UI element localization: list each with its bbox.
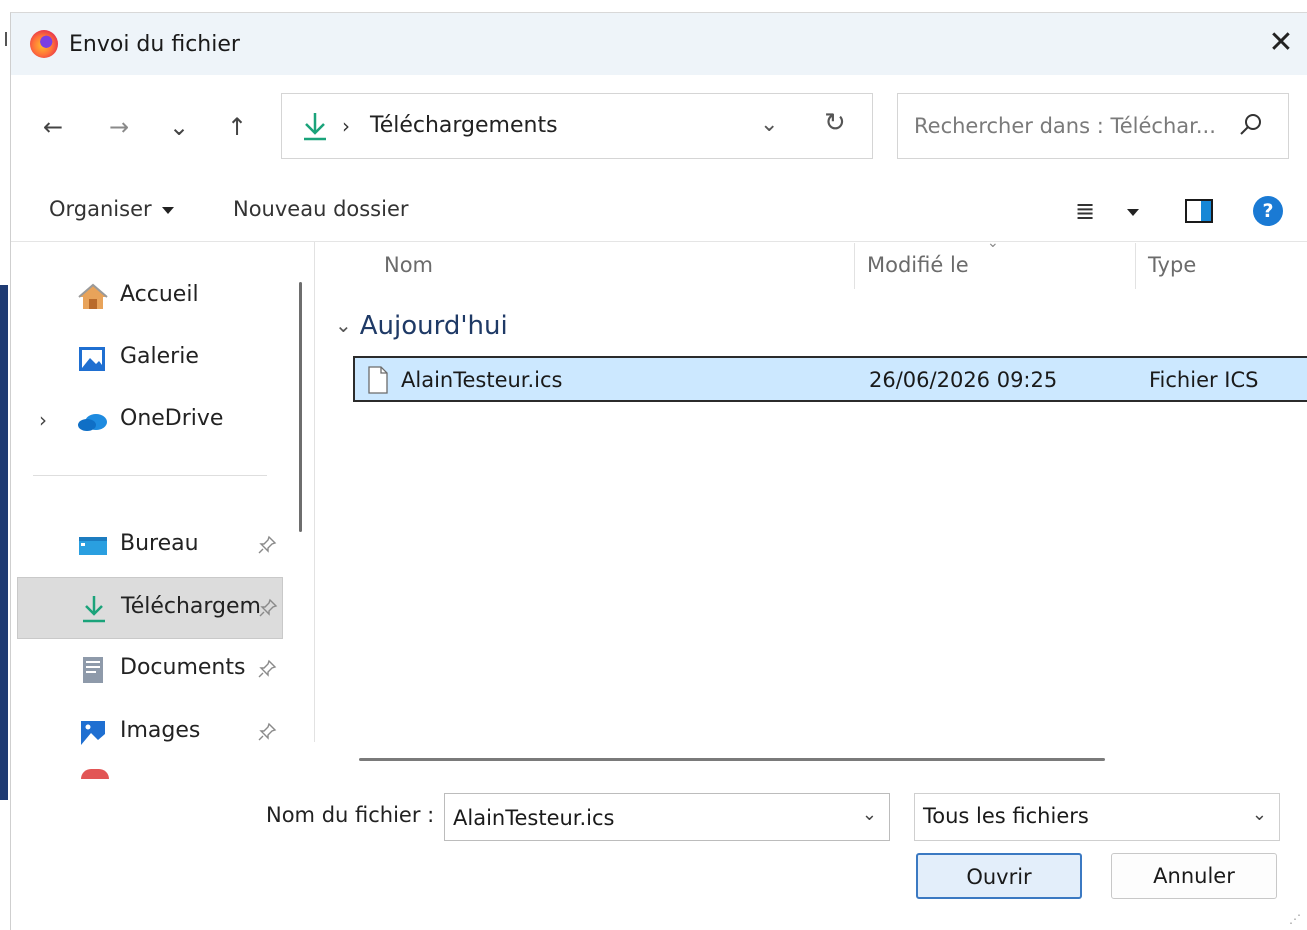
pin-icon bbox=[258, 722, 277, 741]
background-window-edge bbox=[0, 285, 8, 800]
view-options-button[interactable]: ≣ bbox=[1075, 197, 1095, 225]
new-folder-button[interactable]: Nouveau dossier bbox=[233, 197, 409, 221]
chevron-down-icon[interactable]: ⌄ bbox=[1252, 804, 1267, 825]
desktop-icon bbox=[79, 537, 107, 555]
sidebar-item-telechargements[interactable]: Téléchargem bbox=[17, 577, 283, 639]
pin-icon bbox=[259, 598, 278, 617]
background-window-mark bbox=[5, 32, 7, 46]
file-upload-dialog: Envoi du fichier ✕ ← → ⌄ ↑ › Téléchargem… bbox=[10, 12, 1307, 930]
sidebar-item-label: Bureau bbox=[120, 531, 199, 556]
sidebar-item-label: OneDrive bbox=[120, 406, 224, 431]
address-history-chevron-icon[interactable]: ⌄ bbox=[760, 112, 778, 137]
sidebar-item-label: Images bbox=[120, 718, 201, 743]
music-icon bbox=[81, 769, 109, 779]
view-dropdown-caret-icon[interactable] bbox=[1127, 209, 1139, 216]
sidebar-item-images[interactable]: Images bbox=[17, 702, 283, 764]
navigation-scrollbar[interactable] bbox=[299, 282, 302, 532]
group-label: Aujourd'hui bbox=[359, 311, 508, 341]
search-icon[interactable] bbox=[1238, 112, 1264, 138]
search-placeholder[interactable]: Rechercher dans : Téléchar... bbox=[914, 114, 1216, 138]
column-header-modified[interactable]: Modifié le bbox=[867, 253, 969, 277]
file-row[interactable]: AlainTesteur.ics 26/06/2026 09:25 Fichie… bbox=[353, 356, 1307, 402]
title-bar: Envoi du fichier ✕ bbox=[11, 13, 1307, 75]
sidebar-item-galerie[interactable]: Galerie bbox=[17, 328, 283, 390]
filename-label: Nom du fichier : bbox=[266, 803, 435, 827]
pane-divider[interactable] bbox=[314, 242, 315, 742]
column-separator[interactable] bbox=[1135, 243, 1136, 289]
refresh-icon[interactable]: ↻ bbox=[824, 108, 846, 138]
sidebar-item-label: Documents bbox=[120, 655, 246, 680]
organize-label: Organiser bbox=[49, 197, 152, 221]
sidebar-item-bureau[interactable]: Bureau bbox=[17, 515, 283, 577]
pin-icon bbox=[258, 535, 277, 554]
back-button[interactable]: ← bbox=[35, 113, 71, 143]
column-separator[interactable] bbox=[854, 243, 855, 289]
file-name: AlainTesteur.ics bbox=[401, 368, 563, 392]
recent-locations-button[interactable]: ⌄ bbox=[161, 113, 197, 143]
caret-down-icon bbox=[161, 206, 174, 214]
breadcrumb-location[interactable]: Téléchargements bbox=[370, 113, 558, 138]
forward-button[interactable]: → bbox=[101, 113, 137, 143]
sidebar-item-documents[interactable]: Documents bbox=[17, 639, 283, 701]
collapse-chevron-icon[interactable]: ⌄ bbox=[335, 313, 352, 337]
sidebar-item-label: Accueil bbox=[120, 282, 199, 307]
organize-button[interactable]: Organiser bbox=[49, 197, 174, 221]
resize-grip-icon[interactable]: ⋰ bbox=[1289, 912, 1301, 926]
address-bar[interactable]: › Téléchargements ⌄ ↻ bbox=[281, 93, 873, 159]
pin-icon bbox=[258, 659, 277, 678]
file-icon bbox=[368, 366, 388, 394]
sidebar-item-accueil[interactable]: Accueil bbox=[17, 266, 283, 328]
column-header-type[interactable]: Type bbox=[1148, 253, 1196, 277]
preview-pane-icon[interactable] bbox=[1185, 199, 1213, 223]
command-toolbar: Organiser Nouveau dossier ≣ ? bbox=[11, 189, 1307, 239]
sidebar-item-label: Galerie bbox=[120, 344, 199, 369]
download-icon bbox=[83, 596, 105, 623]
file-modified-date: 26/06/2026 09:25 bbox=[869, 368, 1058, 392]
help-icon[interactable]: ? bbox=[1253, 196, 1283, 226]
open-button[interactable]: Ouvrir bbox=[916, 853, 1082, 899]
dialog-title: Envoi du fichier bbox=[69, 32, 240, 57]
home-icon bbox=[78, 283, 108, 309]
sort-indicator-icon: ⌄ bbox=[987, 235, 999, 251]
column-header-name[interactable]: Nom bbox=[384, 253, 433, 277]
search-box[interactable]: Rechercher dans : Téléchar... bbox=[897, 93, 1289, 159]
firefox-logo-icon bbox=[30, 30, 58, 58]
sidebar-divider bbox=[33, 475, 267, 476]
filename-combobox[interactable]: AlainTesteur.ics ⌄ bbox=[444, 793, 890, 841]
expand-chevron-icon[interactable]: › bbox=[39, 408, 47, 432]
sidebar-item-label: Téléchargem bbox=[121, 594, 261, 619]
gallery-icon bbox=[79, 347, 105, 371]
file-type: Fichier ICS bbox=[1149, 368, 1259, 392]
close-button[interactable]: ✕ bbox=[1259, 25, 1303, 63]
navigation-pane: Accueil Galerie › OneDrive Bureau Téléch… bbox=[11, 242, 311, 777]
images-icon bbox=[81, 721, 105, 745]
filename-value[interactable]: AlainTesteur.ics bbox=[453, 806, 615, 830]
file-type-value: Tous les fichiers bbox=[923, 804, 1089, 828]
cancel-button[interactable]: Annuler bbox=[1111, 853, 1277, 899]
file-type-select[interactable]: Tous les fichiers ⌄ bbox=[914, 793, 1280, 841]
chevron-down-icon[interactable]: ⌄ bbox=[862, 804, 877, 825]
up-button[interactable]: ↑ bbox=[219, 113, 255, 143]
horizontal-scrollbar[interactable] bbox=[359, 758, 1105, 761]
group-header-today[interactable]: ⌄ Aujourd'hui bbox=[335, 311, 508, 341]
documents-icon bbox=[83, 657, 103, 683]
sidebar-item-onedrive[interactable]: › OneDrive bbox=[17, 390, 283, 452]
breadcrumb-separator: › bbox=[342, 114, 350, 138]
onedrive-icon bbox=[78, 414, 107, 431]
download-icon bbox=[304, 113, 326, 141]
